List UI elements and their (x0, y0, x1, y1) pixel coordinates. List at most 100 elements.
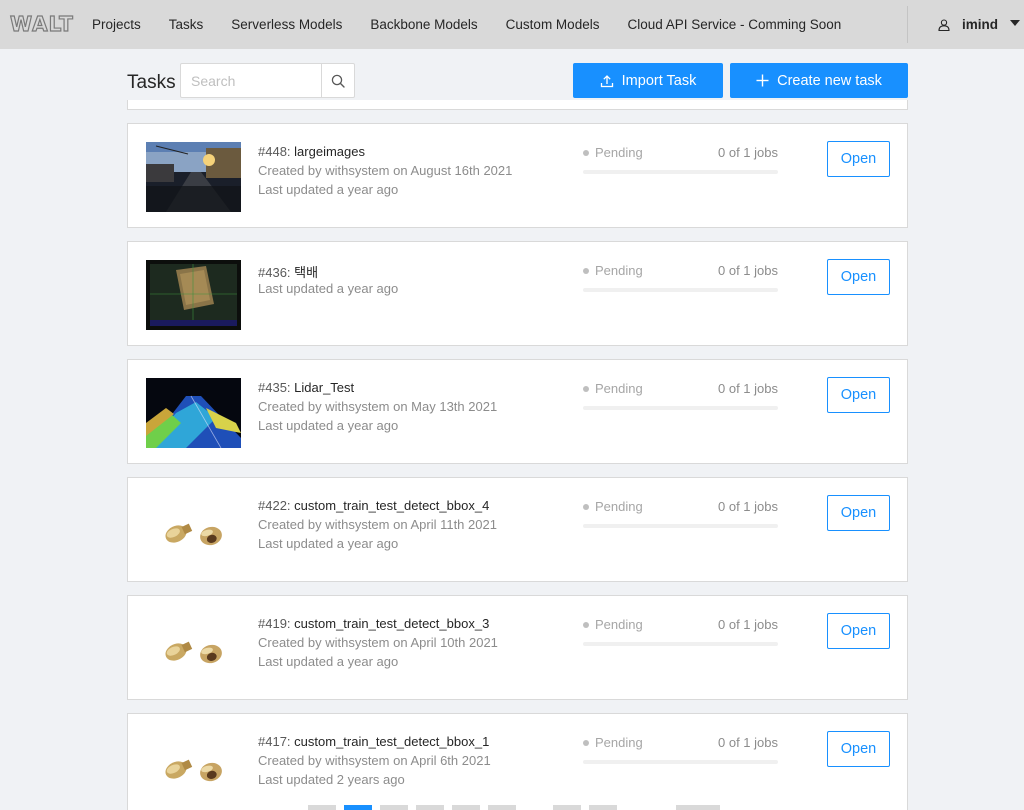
search-box (180, 63, 355, 98)
pagination-item[interactable] (308, 805, 336, 810)
status-dot-icon (583, 149, 589, 156)
caret-down-icon[interactable] (1010, 20, 1020, 26)
status-dot-icon (583, 503, 589, 510)
task-updated: Last updated 2 years ago (258, 772, 405, 787)
task-id: #448: (258, 144, 291, 159)
task-created: Created by withsystem on April 11th 2021 (258, 517, 497, 532)
import-task-label: Import Task (621, 72, 697, 89)
task-jobs: 0 of 1 jobs (718, 145, 778, 160)
pagination-item[interactable] (589, 805, 617, 810)
task-created: Created by withsystem on April 6th 2021 (258, 753, 491, 768)
user-icon (938, 18, 950, 31)
task-status: Pending (583, 735, 643, 750)
task-thumbnail[interactable] (146, 614, 241, 684)
main-nav: Projects Tasks Serverless Models Backbon… (78, 0, 855, 49)
open-task-button[interactable]: Open (827, 377, 890, 413)
status-label: Pending (595, 263, 643, 278)
task-card: #436: 택배 Last updated a year ago Pending… (127, 241, 908, 346)
search-button[interactable] (321, 64, 354, 97)
plus-icon (756, 74, 769, 87)
nav-custom-models[interactable]: Custom Models (492, 0, 614, 49)
task-name[interactable]: custom_train_test_detect_bbox_4 (294, 498, 489, 513)
task-name[interactable]: custom_train_test_detect_bbox_1 (294, 734, 489, 749)
task-jobs: 0 of 1 jobs (718, 499, 778, 514)
task-title: #448: largeimages (258, 144, 365, 159)
task-progress (583, 760, 778, 764)
task-card: #417: custom_train_test_detect_bbox_1 Cr… (127, 713, 908, 810)
task-progress (583, 170, 778, 174)
task-title: #435: Lidar_Test (258, 380, 354, 395)
task-status: Pending (583, 263, 643, 278)
task-thumbnail[interactable] (146, 378, 241, 448)
status-label: Pending (595, 381, 643, 396)
search-input[interactable] (181, 64, 321, 97)
pagination-item[interactable] (452, 805, 480, 810)
task-status: Pending (583, 145, 643, 160)
task-thumbnail[interactable] (146, 496, 241, 566)
task-title: #422: custom_train_test_detect_bbox_4 (258, 498, 489, 513)
task-jobs: 0 of 1 jobs (718, 735, 778, 750)
status-label: Pending (595, 735, 643, 750)
previous-card-edge (127, 100, 908, 110)
task-card: #419: custom_train_test_detect_bbox_3 Cr… (127, 595, 908, 700)
user-name[interactable]: imind (962, 17, 998, 32)
open-task-button[interactable]: Open (827, 141, 890, 177)
task-thumbnail[interactable] (146, 260, 241, 330)
task-thumbnail[interactable] (146, 732, 241, 802)
task-id: #422: (258, 498, 291, 513)
pagination-item[interactable] (380, 805, 408, 810)
import-task-button[interactable]: Import Task (573, 63, 723, 98)
pagination-item[interactable] (553, 805, 581, 810)
open-task-button[interactable]: Open (827, 259, 890, 295)
nav-tasks[interactable]: Tasks (155, 0, 218, 49)
create-task-label: Create new task (777, 72, 882, 89)
task-jobs: 0 of 1 jobs (718, 617, 778, 632)
open-task-button[interactable]: Open (827, 613, 890, 649)
task-title: #417: custom_train_test_detect_bbox_1 (258, 734, 489, 749)
nav-serverless-models[interactable]: Serverless Models (217, 0, 356, 49)
task-name[interactable]: custom_train_test_detect_bbox_3 (294, 616, 489, 631)
status-label: Pending (595, 499, 643, 514)
open-task-button[interactable]: Open (827, 495, 890, 531)
nav-cloud-api-service[interactable]: Cloud API Service - Comming Soon (613, 0, 855, 49)
task-updated: Last updated a year ago (258, 281, 399, 296)
status-label: Pending (595, 617, 643, 632)
pagination-item-active[interactable] (344, 805, 372, 810)
task-status: Pending (583, 381, 643, 396)
task-progress (583, 406, 778, 410)
task-updated: Last updated a year ago (258, 182, 399, 197)
task-jobs: 0 of 1 jobs (718, 381, 778, 396)
task-thumbnail[interactable] (146, 142, 241, 212)
upload-icon (600, 74, 613, 87)
pagination-item[interactable] (488, 805, 516, 810)
nav-backbone-models[interactable]: Backbone Models (356, 0, 491, 49)
task-id: #436: (258, 265, 291, 280)
status-dot-icon (583, 739, 589, 746)
task-updated: Last updated a year ago (258, 536, 399, 551)
task-name[interactable]: largeimages (294, 144, 365, 159)
task-name[interactable]: Lidar_Test (294, 380, 354, 395)
task-jobs: 0 of 1 jobs (718, 263, 778, 278)
open-task-button[interactable]: Open (827, 731, 890, 767)
task-card: #422: custom_train_test_detect_bbox_4 Cr… (127, 477, 908, 582)
nav-projects[interactable]: Projects (78, 0, 155, 49)
header-divider (907, 6, 908, 43)
task-title: #419: custom_train_test_detect_bbox_3 (258, 616, 489, 631)
pagination-size-changer[interactable] (676, 805, 720, 810)
status-dot-icon (583, 385, 589, 392)
search-icon (331, 74, 345, 88)
pagination-item[interactable] (416, 805, 444, 810)
task-created: Created by withsystem on May 13th 2021 (258, 399, 498, 414)
task-title: #436: 택배 (258, 262, 318, 281)
task-created: Created by withsystem on April 10th 2021 (258, 635, 498, 650)
task-card: #435: Lidar_Test Created by withsystem o… (127, 359, 908, 464)
task-status: Pending (583, 499, 643, 514)
app-logo[interactable]: WALT (9, 11, 74, 36)
top-navbar: WALT Projects Tasks Serverless Models Ba… (0, 0, 1024, 49)
user-menu[interactable]: imind (938, 0, 998, 49)
task-name[interactable]: 택배 (294, 265, 318, 280)
create-task-button[interactable]: Create new task (730, 63, 908, 98)
task-id: #435: (258, 380, 291, 395)
status-label: Pending (595, 145, 643, 160)
status-dot-icon (583, 267, 589, 274)
